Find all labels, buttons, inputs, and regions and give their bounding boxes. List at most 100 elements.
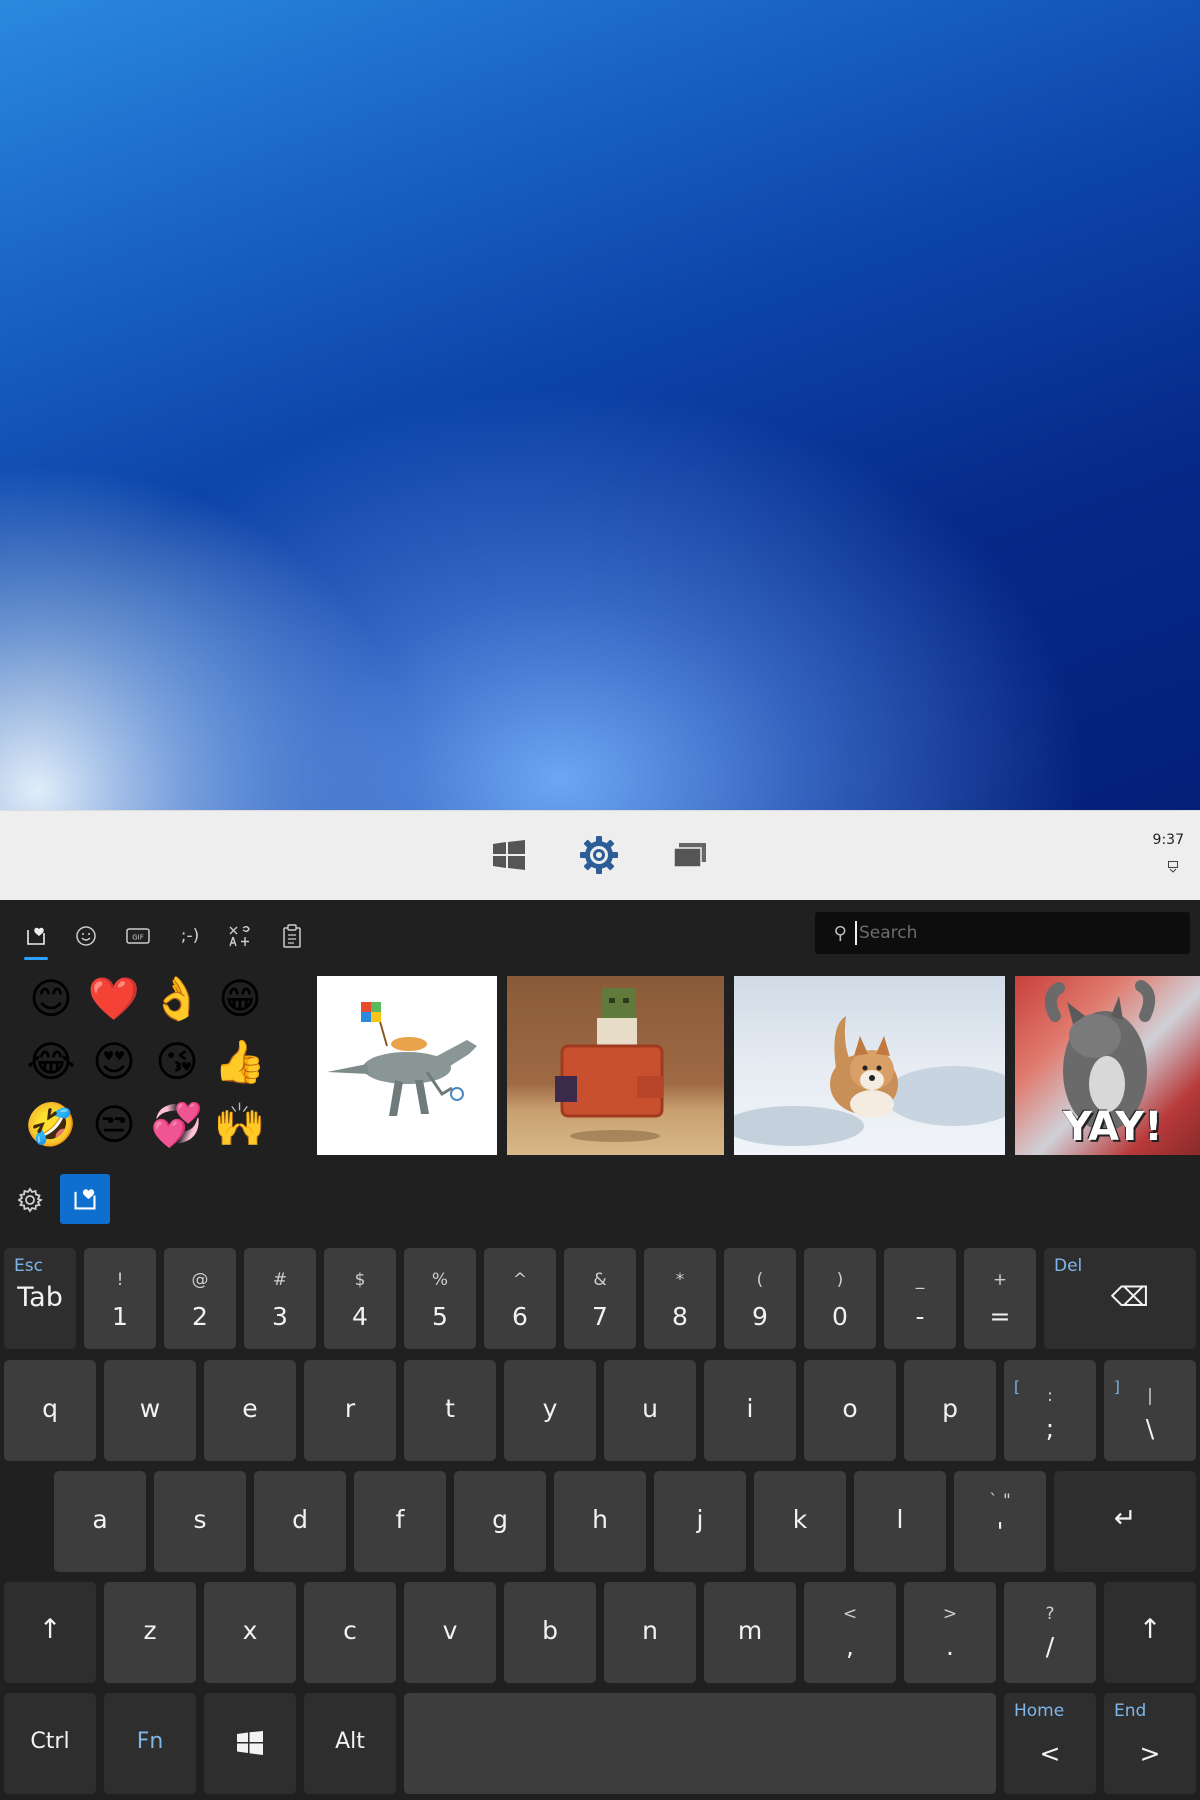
key-shift-left[interactable]: ↑ [4, 1582, 96, 1683]
search-input[interactable] [855, 921, 1181, 945]
key-main-label: t [445, 1394, 455, 1423]
key-main-label: 5 [432, 1302, 448, 1331]
tab-kaomoji[interactable]: ;-) [172, 918, 208, 954]
emoji-raising-hands[interactable]: 🙌 [211, 1096, 269, 1154]
tab-emoji[interactable] [68, 918, 104, 954]
key-g[interactable]: g [454, 1471, 546, 1572]
key-3[interactable]: # 3 [244, 1248, 316, 1349]
corgi-snow-gif[interactable] [734, 976, 1005, 1155]
key-0[interactable]: ) 0 [804, 1248, 876, 1349]
emoji-kiss[interactable]: 😘 [148, 1033, 206, 1091]
key-f[interactable]: f [354, 1471, 446, 1572]
key-semicolon[interactable]: [ : ; [1004, 1360, 1096, 1461]
key-5[interactable]: % 5 [404, 1248, 476, 1349]
key-s[interactable]: s [154, 1471, 246, 1572]
key-j[interactable]: j [654, 1471, 746, 1572]
key-alt[interactable]: Alt [304, 1693, 396, 1794]
key-shift-label: > [942, 1604, 958, 1624]
key-2[interactable]: @ 2 [164, 1248, 236, 1349]
key-9[interactable]: ( 9 [724, 1248, 796, 1349]
emoji-ok-hand[interactable]: 👌 [148, 970, 206, 1028]
task-view-icon[interactable] [670, 835, 710, 875]
dinosaur-windows-flag-gif[interactable] [317, 976, 497, 1155]
key-main-label: 8 [672, 1302, 688, 1331]
key-minus[interactable]: _ - [884, 1248, 956, 1349]
key-quote[interactable]: ` " ' [954, 1471, 1046, 1572]
key-z[interactable]: z [104, 1582, 196, 1683]
key-h[interactable]: h [554, 1471, 646, 1572]
key-ctrl[interactable]: Ctrl [4, 1693, 96, 1794]
key-u[interactable]: u [604, 1360, 696, 1461]
key-v[interactable]: v [404, 1582, 496, 1683]
key-r[interactable]: r [304, 1360, 396, 1461]
tab-clipboard[interactable] [274, 918, 310, 954]
windows-start-icon[interactable] [489, 835, 529, 875]
keyboard-tray-icon[interactable] [1168, 861, 1178, 876]
key-space[interactable] [404, 1693, 996, 1794]
key-e[interactable]: e [204, 1360, 296, 1461]
key-w[interactable]: w [104, 1360, 196, 1461]
key-shift-label: | [1147, 1386, 1153, 1406]
key-m[interactable]: m [704, 1582, 796, 1683]
key-n[interactable]: n [604, 1582, 696, 1683]
emoji-tears-of-joy[interactable]: 😂 [22, 1033, 80, 1091]
key-period[interactable]: > . [904, 1582, 996, 1683]
tab-gif[interactable]: GIF [120, 918, 156, 954]
key-shift-label: * [675, 1270, 685, 1290]
key-q[interactable]: q [4, 1360, 96, 1461]
key-o[interactable]: o [804, 1360, 896, 1461]
key-8[interactable]: * 8 [644, 1248, 716, 1349]
key-shift-right[interactable]: ↑ [1104, 1582, 1196, 1683]
key-c[interactable]: c [304, 1582, 396, 1683]
minecraft-character-gif[interactable] [507, 976, 724, 1155]
key-shift-label: @ [191, 1270, 209, 1290]
emoji-red-heart[interactable]: ❤️ [85, 970, 143, 1028]
key-main-label: Ctrl [30, 1729, 70, 1754]
key-t[interactable]: t [404, 1360, 496, 1461]
key-p[interactable]: p [904, 1360, 996, 1461]
key-a[interactable]: a [54, 1471, 146, 1572]
key-equals[interactable]: + = [964, 1248, 1036, 1349]
key-right-end[interactable]: End > [1104, 1693, 1196, 1794]
key-1[interactable]: ! 1 [84, 1248, 156, 1349]
key-main-label: . [946, 1632, 954, 1661]
emoji-smiling[interactable]: 😊 [22, 970, 80, 1028]
key-slash[interactable]: ? / [1004, 1582, 1096, 1683]
key-windows[interactable] [204, 1693, 296, 1794]
key-main-label: s [193, 1505, 207, 1534]
key-i[interactable]: i [704, 1360, 796, 1461]
right-arrow-icon: > [1139, 1739, 1161, 1768]
key-main-label: h [592, 1505, 608, 1534]
key-l[interactable]: l [854, 1471, 946, 1572]
key-main-label: \ [1145, 1414, 1155, 1443]
settings-gear-icon[interactable] [579, 835, 619, 875]
emoji-thumbs-up[interactable]: 👍 [211, 1033, 269, 1091]
key-comma[interactable]: < , [804, 1582, 896, 1683]
emoji-revolving-hearts[interactable]: 💞 [148, 1096, 206, 1154]
cat-yay-gif[interactable]: YAY! [1015, 976, 1200, 1155]
key-tab[interactable]: Esc Tab [4, 1248, 76, 1349]
key-d[interactable]: d [254, 1471, 346, 1572]
key-x[interactable]: x [204, 1582, 296, 1683]
key-backspace[interactable]: Del ⌫ [1044, 1248, 1196, 1349]
emoji-unamused[interactable]: 😒 [85, 1096, 143, 1154]
emoji-heart-eyes[interactable]: 😍 [85, 1033, 143, 1091]
key-b[interactable]: b [504, 1582, 596, 1683]
key-shift-label: # [272, 1270, 288, 1290]
key-fn[interactable]: Fn [104, 1693, 196, 1794]
emoji-rofl[interactable]: 🤣 [22, 1096, 80, 1154]
key-backslash[interactable]: ] | \ [1104, 1360, 1196, 1461]
tab-favorites[interactable] [18, 918, 54, 960]
key-y[interactable]: y [504, 1360, 596, 1461]
key-left-home[interactable]: Home < [1004, 1693, 1096, 1794]
key-enter[interactable]: ↵ [1054, 1471, 1196, 1572]
key-6[interactable]: ^ 6 [484, 1248, 556, 1349]
picker-settings-button[interactable] [14, 1184, 46, 1216]
key-4[interactable]: $ 4 [324, 1248, 396, 1349]
key-k[interactable]: k [754, 1471, 846, 1572]
clipboard-icon [283, 924, 301, 948]
tab-symbols[interactable] [222, 918, 258, 954]
favorites-button[interactable] [60, 1174, 110, 1224]
emoji-grinning[interactable]: 😁 [211, 970, 269, 1028]
key-7[interactable]: & 7 [564, 1248, 636, 1349]
